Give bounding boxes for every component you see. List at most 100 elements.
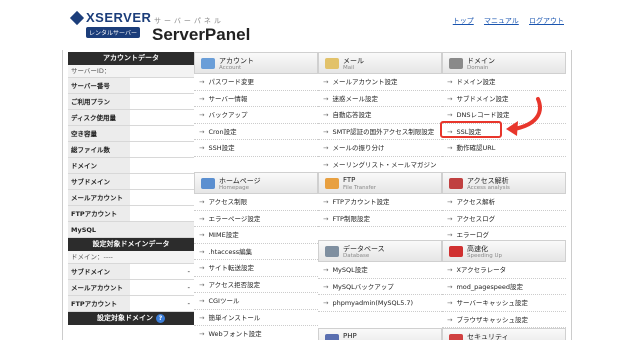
menu-item[interactable]: → 簡単インストール — [194, 310, 318, 326]
arrow-right-icon: → — [199, 111, 205, 119]
account-row-mysql: MySQL — [68, 222, 194, 238]
account-row: 空き容量 — [68, 126, 194, 142]
menu-item[interactable]: → アクセスログ — [442, 211, 566, 227]
section-security: セキュリティ — [442, 328, 566, 340]
menu-item[interactable]: → 動作確認URL — [442, 140, 566, 157]
brand-name: XSERVER — [86, 10, 152, 25]
homepage-icon — [201, 178, 215, 189]
database-icon — [325, 246, 339, 257]
menu-item[interactable]: → メーリングリスト・メールマガジン — [318, 157, 442, 173]
account-row: サーバー番号 — [68, 78, 194, 94]
arrow-right-icon: → — [199, 330, 205, 338]
menu-item[interactable]: → SSH設定 — [194, 140, 318, 157]
menu-item[interactable]: → MIME設定 — [194, 227, 318, 244]
menu-item[interactable]: → FTP制限設定 — [318, 211, 442, 227]
arrow-right-icon: → — [447, 78, 453, 86]
security-icon — [449, 334, 463, 340]
menu-item[interactable]: → メールアカウント設定 — [318, 74, 442, 91]
account-row: ディスク使用量 — [68, 110, 194, 126]
menu-item[interactable]: → アクセス解析 — [442, 194, 566, 211]
xserver-logo[interactable]: XSERVER — [69, 10, 152, 26]
arrow-right-icon: → — [323, 299, 329, 307]
arrow-right-icon: → — [199, 94, 205, 103]
arrow-right-icon: → — [323, 214, 329, 223]
product-name: ServerPanel — [152, 25, 251, 44]
link-manual[interactable]: マニュアル — [484, 17, 519, 25]
domain-label: ドメイン：---- — [68, 251, 194, 264]
section-php: PHP — [318, 328, 442, 340]
arrow-right-icon: → — [323, 111, 329, 119]
menu-item[interactable]: → 迷惑メール設定 — [318, 91, 442, 107]
ftp-icon — [325, 178, 339, 189]
menu-item[interactable]: → FTPアカウント設定 — [318, 194, 442, 211]
arrow-right-icon: → — [447, 266, 453, 274]
arrow-right-icon: → — [199, 280, 205, 289]
arrow-right-icon: → — [199, 297, 205, 305]
arrow-right-icon: → — [199, 247, 205, 256]
page-header: XSERVER レンタルサーバー サーバーパネル ServerPanel トップ… — [62, 0, 572, 50]
speed-icon — [449, 246, 463, 257]
arrow-right-icon: → — [447, 198, 453, 206]
domain-row: サブドメイン - — [68, 264, 194, 280]
section-database: データベース Database → MySQL設定 → MySQLバックアップ → ph… — [318, 240, 442, 312]
menu-item[interactable]: → SMTP認証の国外アクセス制限設定 — [318, 124, 442, 140]
arrow-right-icon: → — [447, 111, 453, 119]
menu-item[interactable]: → 自動応答設定 — [318, 107, 442, 124]
arrow-right-icon: → — [323, 160, 329, 169]
menu-item[interactable]: → ブラウザキャッシュ設定 — [442, 312, 566, 328]
menu-item[interactable]: → mod_pagespeed設定 — [442, 279, 566, 295]
menu-item[interactable]: → Webフォント設定 — [194, 326, 318, 340]
account-row: ドメイン — [68, 158, 194, 174]
menu-item[interactable]: → ドメイン設定 — [442, 74, 566, 91]
php-icon — [325, 334, 339, 340]
arrow-right-icon: → — [323, 266, 329, 274]
menu-item[interactable]: → .htaccess編集 — [194, 244, 318, 260]
link-logout[interactable]: ログアウト — [529, 17, 564, 25]
link-top[interactable]: トップ — [453, 17, 474, 25]
menu-item[interactable]: → アクセス拒否設定 — [194, 277, 318, 293]
menu-item[interactable]: → エラーページ設定 — [194, 211, 318, 227]
domain-icon — [449, 58, 463, 69]
target-domain-title: 設定対象ドメイン? — [68, 312, 194, 325]
arrow-right-icon: → — [323, 144, 329, 152]
access-analysis-icon — [449, 178, 463, 189]
mail-icon — [325, 58, 339, 69]
ssl-highlight-box — [440, 121, 502, 138]
arrow-right-icon: → — [199, 214, 205, 223]
menu-item[interactable]: → アクセス制限 — [194, 194, 318, 211]
menu-item[interactable]: → バックアップ — [194, 107, 318, 124]
section-access: アクセス解析 Access analysis → アクセス解析 → アクセスログ → エ… — [442, 172, 566, 244]
menu-item[interactable]: → パスワード変更 — [194, 74, 318, 91]
menu-item[interactable]: → phpmyadmin(MySQL5.7) — [318, 295, 442, 312]
account-row: ご利用プラン — [68, 94, 194, 110]
red-arrow-icon — [506, 97, 542, 136]
menu-item[interactable]: → Xアクセラレータ — [442, 262, 566, 279]
menu-item[interactable]: → サーバーキャッシュ設定 — [442, 295, 566, 312]
arrow-right-icon: → — [447, 144, 453, 152]
xserver-logo-icon — [69, 10, 85, 26]
help-icon[interactable]: ? — [156, 314, 165, 323]
menu-item[interactable]: → サイト転送設定 — [194, 260, 318, 277]
domain-row: FTPアカウント - — [68, 296, 194, 312]
arrow-right-icon: → — [199, 264, 205, 272]
arrow-right-icon: → — [199, 127, 205, 136]
arrow-right-icon: → — [199, 198, 205, 206]
menu-item[interactable]: → MySQLバックアップ — [318, 279, 442, 295]
section-mail: メール Mail → メールアカウント設定 → 迷惑メール設定 → 自動応答設定 → SM… — [318, 52, 442, 173]
arrow-right-icon: → — [447, 231, 453, 239]
account-row: FTPアカウント — [68, 206, 194, 222]
arrow-right-icon: → — [447, 315, 453, 324]
arrow-right-icon: → — [323, 282, 329, 291]
arrow-right-icon: → — [199, 78, 205, 86]
arrow-right-icon: → — [447, 299, 453, 307]
menu-item[interactable]: → メールの振り分け — [318, 140, 442, 157]
menu-item[interactable]: → MySQL設定 — [318, 262, 442, 279]
menu-item[interactable]: → CGIツール — [194, 293, 318, 310]
menu-item[interactable]: → サーバー情報 — [194, 91, 318, 107]
top-links: トップ マニュアル ログアウト — [445, 16, 564, 26]
menu-item[interactable]: → Cron設定 — [194, 124, 318, 140]
arrow-right-icon: → — [199, 313, 205, 322]
account-row: メールアカウント — [68, 190, 194, 206]
domain-row: メールアカウント - — [68, 280, 194, 296]
account-icon — [201, 58, 215, 69]
